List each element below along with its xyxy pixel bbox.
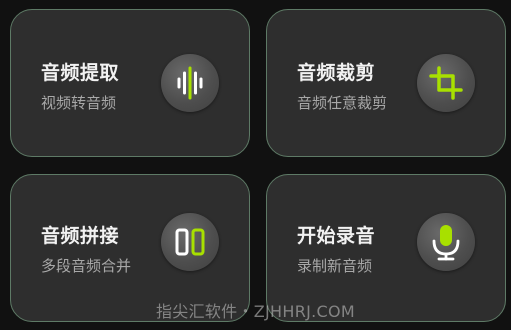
card-title: 音频裁剪 — [297, 62, 376, 84]
waveform-icon — [161, 54, 219, 112]
app-screen: 音频提取 视频转音频 音频裁剪 音频任意裁剪 音频拼接 多段音频合并 开始录音 … — [0, 0, 511, 330]
audio-trim-card[interactable]: 音频裁剪 音频任意裁剪 — [266, 9, 506, 157]
card-subtitle: 多段音频合并 — [41, 257, 132, 275]
audio-extract-card[interactable]: 音频提取 视频转音频 — [10, 9, 250, 157]
crop-icon — [417, 54, 475, 112]
card-subtitle: 视频转音频 — [41, 94, 117, 112]
card-subtitle: 录制新音频 — [297, 257, 373, 275]
card-title: 开始录音 — [297, 225, 376, 247]
watermark: 指尖汇软件・ZJHHRJ.COM — [155, 302, 356, 321]
card-title: 音频拼接 — [41, 225, 120, 247]
merge-icon — [161, 213, 219, 271]
microphone-icon — [417, 213, 475, 271]
card-title: 音频提取 — [41, 62, 120, 84]
card-subtitle: 音频任意裁剪 — [297, 94, 388, 112]
